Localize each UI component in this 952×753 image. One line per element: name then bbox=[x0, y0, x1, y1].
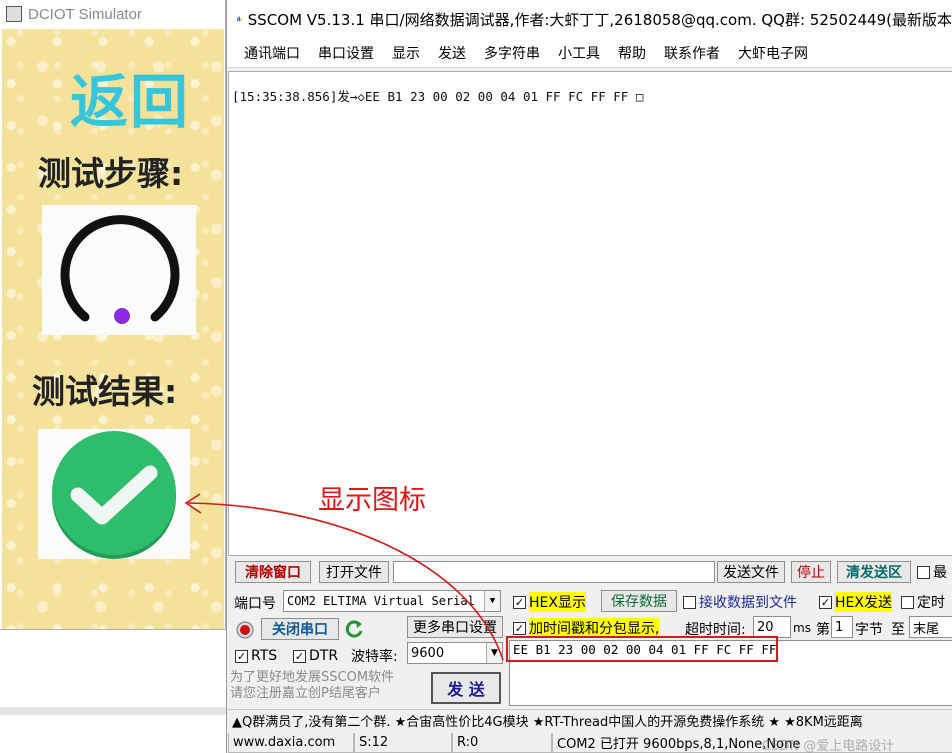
menu-tools[interactable]: 小工具 bbox=[549, 43, 609, 63]
hex-send-label: HEX发送 bbox=[835, 592, 892, 612]
refresh-icon[interactable] bbox=[345, 619, 365, 639]
hex-send-checkbox[interactable]: ✓ HEX发送 bbox=[819, 592, 892, 612]
stop-button[interactable]: 停止 bbox=[791, 561, 831, 583]
desktop-strip bbox=[0, 700, 226, 753]
dtr-label: DTR bbox=[309, 648, 339, 664]
menu-serial-settings[interactable]: 串口设置 bbox=[309, 43, 383, 63]
menu-display[interactable]: 显示 bbox=[383, 43, 429, 63]
checkbox-box[interactable]: ✓ bbox=[235, 649, 248, 663]
test-result-label: 测试结果: bbox=[32, 372, 178, 411]
dciot-simulator-window: DCIOT Simulator 返回 测试步骤: 测试结果: bbox=[0, 0, 226, 630]
last-checkbox-label: 最 bbox=[933, 565, 947, 581]
more-serial-settings-button[interactable]: 更多串口设置 bbox=[407, 616, 503, 638]
status-site[interactable]: www.daxia.com bbox=[228, 733, 354, 753]
send-file-button[interactable]: 发送文件 bbox=[717, 561, 785, 583]
recv-to-file-label: 接收数据到文件 bbox=[699, 595, 797, 611]
file-path-input[interactable] bbox=[393, 561, 715, 583]
status-received-count: R:0 bbox=[452, 733, 552, 753]
rts-checkbox[interactable]: ✓ RTS bbox=[235, 646, 277, 666]
checkbox-box[interactable] bbox=[683, 595, 696, 609]
last-checkbox[interactable]: 最 bbox=[917, 562, 947, 582]
port-value: COM2 ELTIMA Virtual Serial bbox=[287, 594, 475, 608]
promo-text: 为了更好地发展SSCOM软件 请您注册嘉立创P结尾客户 bbox=[230, 670, 395, 701]
hex-display-checkbox[interactable]: ✓ HEX显示 bbox=[513, 592, 586, 612]
menu-port[interactable]: 通讯端口 bbox=[235, 43, 309, 63]
dciot-titlebar: DCIOT Simulator bbox=[0, 0, 225, 28]
timestamp-checkbox[interactable]: ✓ 加时间戳和分包显示, bbox=[513, 618, 660, 638]
byte-start-input[interactable]: 1 bbox=[831, 616, 853, 638]
loading-spinner-icon bbox=[60, 215, 180, 324]
menu-bar: 通讯端口 串口设置 显示 发送 多字符串 小工具 帮助 联系作者 大虾电子网 bbox=[227, 38, 952, 68]
dtr-checkbox[interactable]: ✓ DTR bbox=[293, 646, 338, 666]
send-button[interactable]: 发 送 bbox=[431, 672, 501, 704]
timed-send-label: 定时 bbox=[917, 595, 945, 611]
clear-window-button[interactable]: 清除窗口 bbox=[235, 561, 311, 583]
sscom-window: SSCOM V5.13.1 串口/网络数据调试器,作者:大虾丁丁,2618058… bbox=[226, 0, 952, 753]
send-data-input[interactable]: EE B1 23 00 02 00 04 01 FF FC FF FF bbox=[509, 640, 952, 706]
horizontal-scrollbar[interactable] bbox=[0, 707, 226, 715]
hex-display-label: HEX显示 bbox=[529, 592, 586, 612]
menu-daxia-site[interactable]: 大虾电子网 bbox=[729, 43, 817, 63]
port-label: 端口号 bbox=[234, 596, 276, 612]
clear-send-area-button[interactable]: 清发送区 bbox=[837, 561, 911, 583]
recv-to-file-checkbox[interactable]: 接收数据到文件 bbox=[683, 592, 797, 612]
chevron-down-icon[interactable]: ▼ bbox=[486, 643, 502, 663]
close-port-button[interactable]: 关闭串口 bbox=[261, 618, 339, 640]
nth-label: 第 bbox=[816, 622, 830, 638]
watermark: CSDN @爱上电路设计 bbox=[762, 739, 895, 753]
receive-line: [15:35:38.856]发→◇EE B1 23 00 02 00 04 01… bbox=[232, 89, 644, 104]
timed-send-checkbox[interactable]: 定时 bbox=[901, 592, 945, 612]
byte-end-select[interactable]: 末尾 bbox=[909, 616, 952, 638]
annotation-label: 显示图标 bbox=[318, 485, 426, 516]
app-icon bbox=[6, 6, 22, 22]
simulator-screen: 返回 测试步骤: 测试结果: bbox=[2, 29, 224, 629]
menu-multi-string[interactable]: 多字符串 bbox=[475, 43, 549, 63]
menu-help[interactable]: 帮助 bbox=[609, 43, 655, 63]
chevron-down-icon[interactable]: ▼ bbox=[484, 591, 500, 611]
checkbox-box[interactable]: ✓ bbox=[513, 621, 526, 635]
checkbox-box[interactable]: ✓ bbox=[819, 595, 832, 609]
timeout-input[interactable]: 20 bbox=[753, 616, 791, 638]
byte-label: 字节 bbox=[855, 622, 883, 638]
save-data-button[interactable]: 保存数据 bbox=[601, 590, 677, 612]
test-result-image bbox=[38, 429, 190, 559]
checkbox-box[interactable]: ✓ bbox=[513, 595, 526, 609]
rts-label: RTS bbox=[251, 648, 278, 664]
timestamp-label: 加时间戳和分包显示, bbox=[529, 618, 660, 638]
to-label: 至 bbox=[891, 622, 905, 638]
timeout-label: 超时时间: bbox=[685, 622, 746, 638]
menu-send[interactable]: 发送 bbox=[429, 43, 475, 63]
sscom-app-icon bbox=[237, 16, 242, 22]
baud-rate-label: 波特率: bbox=[351, 649, 398, 665]
dciot-window-title: DCIOT Simulator bbox=[28, 5, 142, 23]
checkbox-box[interactable]: ✓ bbox=[293, 649, 306, 663]
green-check-icon bbox=[52, 431, 176, 559]
menu-contact-author[interactable]: 联系作者 bbox=[655, 43, 729, 63]
sscom-titlebar: SSCOM V5.13.1 串口/网络数据调试器,作者:大虾丁丁,2618058… bbox=[227, 0, 952, 38]
checkbox-box[interactable] bbox=[901, 595, 914, 609]
baud-rate-select[interactable]: 9600 ▼ bbox=[407, 642, 503, 664]
port-select[interactable]: COM2 ELTIMA Virtual Serial ▼ bbox=[283, 590, 501, 612]
checkbox-box[interactable] bbox=[917, 565, 930, 579]
test-steps-image bbox=[42, 205, 196, 335]
timeout-unit: ms bbox=[793, 621, 811, 635]
baud-rate-value: 9600 bbox=[411, 645, 445, 661]
test-steps-label: 测试步骤: bbox=[38, 154, 184, 193]
sscom-window-title: SSCOM V5.13.1 串口/网络数据调试器,作者:大虾丁丁,2618058… bbox=[247, 10, 952, 29]
news-ticker[interactable]: ▲Q群满员了,没有第二个群. ★合宙高性价比4G模块 ★RT-Thread中国人… bbox=[228, 709, 952, 731]
back-button[interactable]: 返回 bbox=[70, 55, 190, 139]
send-data-text: EE B1 23 00 02 00 04 01 FF FC FF FF bbox=[513, 642, 777, 657]
port-status-icon bbox=[236, 621, 254, 639]
byte-end-value: 末尾 bbox=[913, 621, 940, 637]
open-file-button[interactable]: 打开文件 bbox=[319, 561, 389, 583]
status-sent-count: S:12 bbox=[354, 733, 452, 753]
